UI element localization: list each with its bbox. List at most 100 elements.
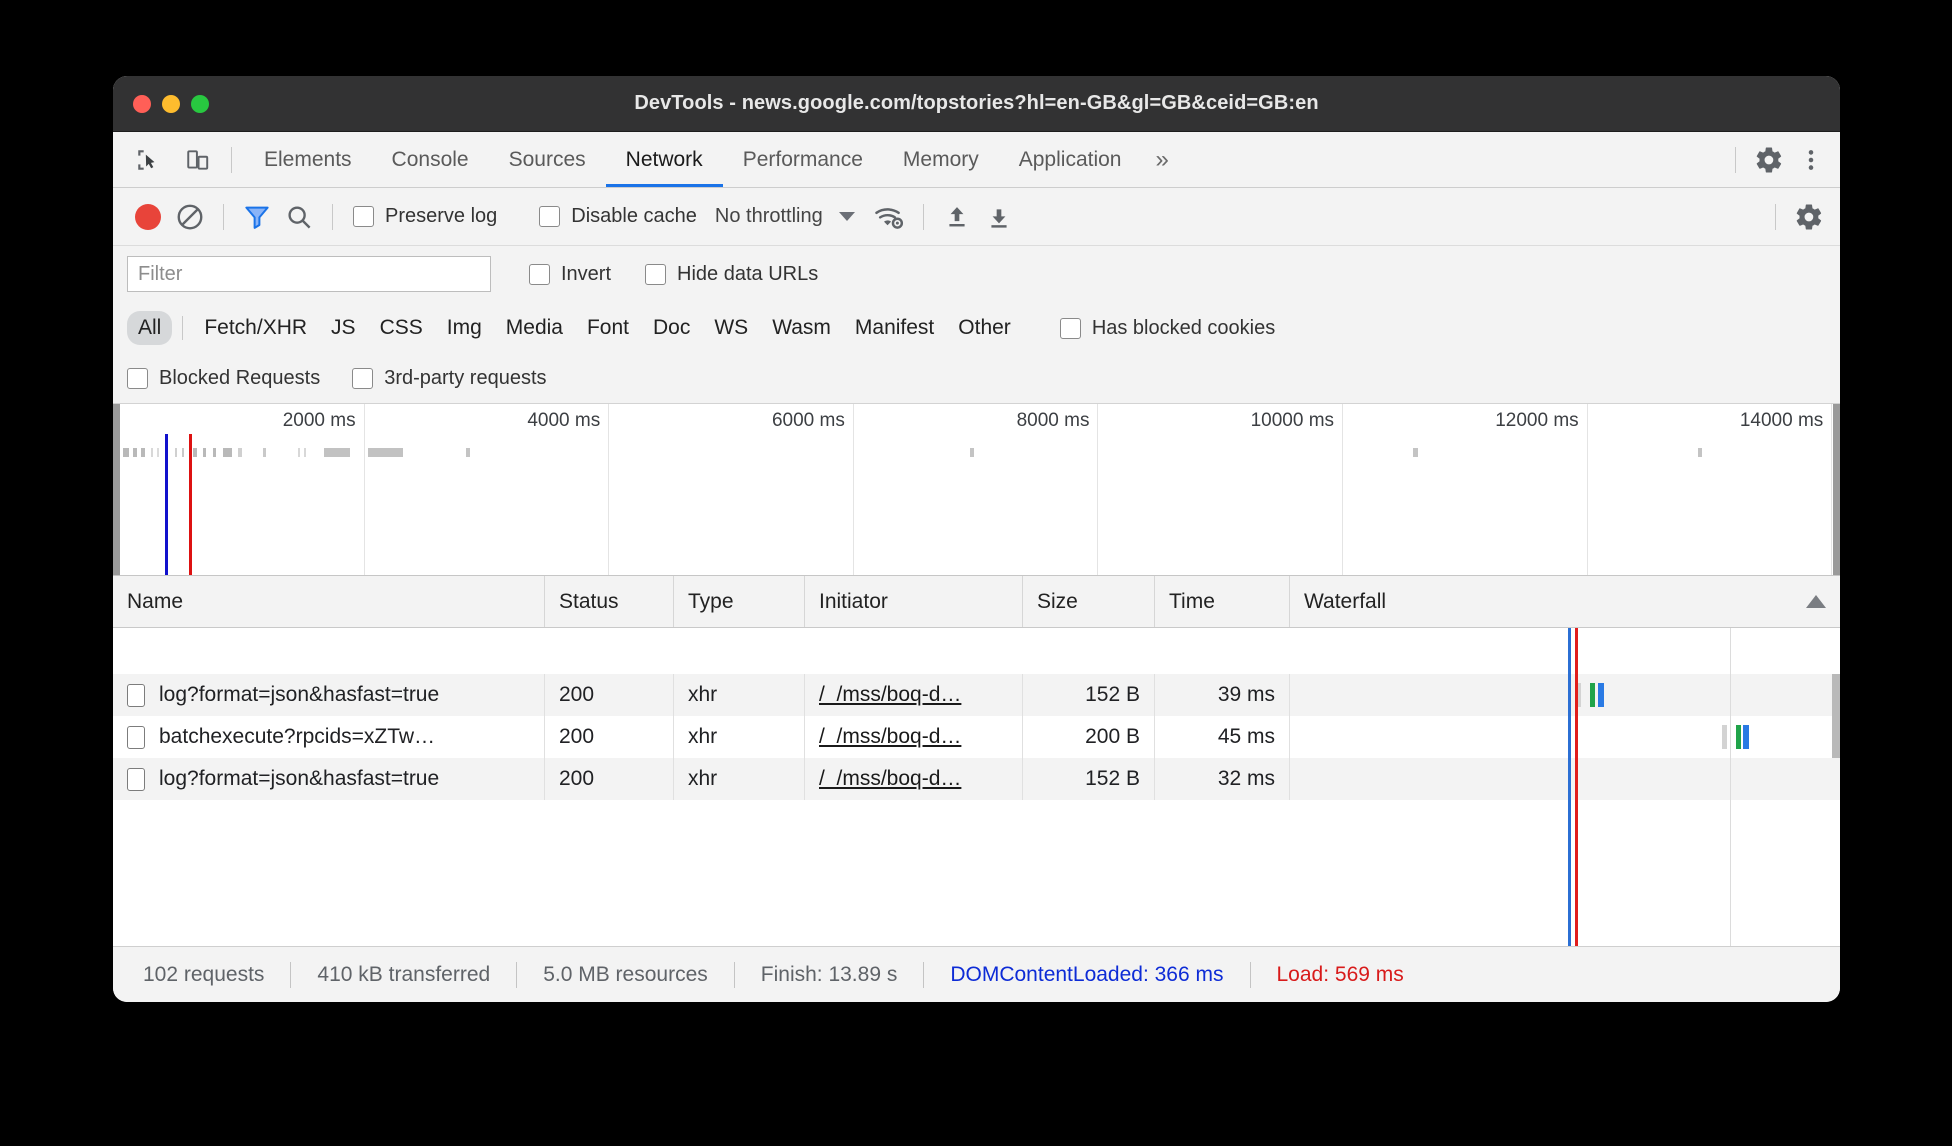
cell-size: 152 B [1023,674,1155,716]
throttling-value: No throttling [714,205,823,227]
type-filter-wasm[interactable]: Wasm [761,311,842,345]
minimize-window-button[interactable] [162,94,180,113]
cell-initiator-link[interactable]: /_/mss/boq-d… [819,725,961,749]
cell-status-label: 200 [559,767,595,790]
overview-right-handle[interactable] [1833,404,1840,575]
column-header-status[interactable]: Status [545,576,674,627]
status-load: Load: 569 ms [1276,962,1404,986]
screen-root: DevTools - news.google.com/topstories?hl… [0,0,1952,1146]
overview-tick-4000-label: 4000 ms [527,410,601,431]
tab-console-label: Console [391,147,469,171]
column-header-size[interactable]: Size [1023,576,1155,627]
window-title: DevTools - news.google.com/topstories?hl… [634,92,1319,114]
cell-time-label: 45 ms [1217,725,1275,748]
cell-size-label: 152 B [1085,767,1140,790]
network-overview-timeline[interactable]: 2000 ms 4000 ms 6000 ms 8000 ms 10000 ms… [113,404,1840,576]
type-filter-font-label: Font [586,316,629,339]
export-har-button[interactable] [978,197,1020,237]
tab-application[interactable]: Application [999,132,1142,187]
column-header-name[interactable]: Name [113,576,545,627]
type-filter-img[interactable]: Img [436,311,493,345]
requests-table-body: log?format=json&hasfast=true 200 xhr /_/… [113,628,1840,946]
network-settings-button[interactable] [1788,197,1830,237]
overview-tick-12000-label: 12000 ms [1495,410,1579,431]
has-blocked-cookies-checkbox[interactable]: Has blocked cookies [1059,317,1275,340]
search-button[interactable] [278,197,320,237]
tab-performance[interactable]: Performance [723,132,883,187]
cell-type: xhr [674,716,805,758]
type-filter-media[interactable]: Media [495,311,574,345]
type-filter-ws-label: WS [714,316,749,339]
invert-checkbox[interactable]: Invert [529,263,611,286]
column-header-initiator[interactable]: Initiator [805,576,1023,627]
inspect-element-button[interactable] [127,140,169,180]
column-header-status-label: Status [559,589,619,613]
type-filter-ws[interactable]: WS [703,311,759,345]
clear-network-log-button[interactable] [169,197,211,237]
overview-left-handle[interactable] [113,404,120,575]
tab-network[interactable]: Network [605,132,723,187]
disable-cache-checkbox[interactable]: Disable cache [539,205,697,228]
cell-initiator-link[interactable]: /_/mss/boq-d… [819,767,961,791]
tab-memory-label: Memory [902,147,979,171]
more-tabs-button[interactable]: » [1141,132,1182,187]
cell-initiator[interactable]: /_/mss/boq-d… [805,674,1023,716]
table-row[interactable]: log?format=json&hasfast=true 200 xhr /_/… [113,674,1840,716]
hide-data-urls-checkbox[interactable]: Hide data URLs [645,263,818,286]
cell-size-label: 152 B [1085,683,1140,706]
cell-status-label: 200 [559,683,595,706]
third-party-requests-checkbox[interactable]: 3rd-party requests [352,367,547,390]
type-filter-divider [182,316,184,340]
preserve-log-checkbox[interactable]: Preserve log [353,205,497,228]
search-icon [288,205,311,228]
type-filter-css[interactable]: CSS [369,311,434,345]
column-header-type[interactable]: Type [674,576,805,627]
network-conditions-button[interactable] [869,197,911,237]
tab-memory[interactable]: Memory [883,132,999,187]
column-header-size-label: Size [1037,589,1078,613]
record-network-log-button[interactable] [127,197,169,237]
close-window-button[interactable] [133,94,151,113]
filter-input[interactable] [127,256,491,292]
column-header-waterfall[interactable]: Waterfall [1290,576,1840,627]
blocked-requests-checkbox[interactable]: Blocked Requests [127,367,320,390]
overview-tick-8000-label: 8000 ms [1016,410,1090,431]
type-filter-other[interactable]: Other [947,311,1022,345]
devtools-more-options-button[interactable] [1790,140,1832,180]
toggle-filter-button[interactable] [236,197,278,237]
tab-console[interactable]: Console [372,132,489,187]
type-filter-doc[interactable]: Doc [642,311,701,345]
table-row[interactable]: log?format=json&hasfast=true 200 xhr /_/… [113,758,1840,800]
type-filter-fetch-xhr[interactable]: Fetch/XHR [193,311,318,345]
cell-name-label: batchexecute?rpcids=xZTw… [159,725,436,748]
type-filter-all-label: All [138,316,162,339]
cell-initiator[interactable]: /_/mss/boq-d… [805,758,1023,800]
type-filter-js[interactable]: JS [320,311,367,345]
maximize-window-button[interactable] [191,94,209,113]
device-toolbar-button[interactable] [177,140,219,180]
window-title-bar: DevTools - news.google.com/topstories?hl… [113,76,1840,132]
type-filter-media-label: Media [505,316,563,339]
column-header-time[interactable]: Time [1155,576,1290,627]
throttling-dropdown[interactable]: No throttling [715,205,855,228]
overview-content: 2000 ms 4000 ms 6000 ms 8000 ms 10000 ms… [120,404,1833,575]
overview-tick-4000: 4000 ms [365,404,610,575]
import-har-button[interactable] [936,197,978,237]
tab-performance-label: Performance [742,147,863,171]
type-filter-font[interactable]: Font [576,311,640,345]
devtools-settings-button[interactable] [1748,140,1790,180]
tab-sources[interactable]: Sources [489,132,606,187]
cell-status-label: 200 [559,725,595,748]
type-filter-manifest[interactable]: Manifest [844,311,945,345]
requests-table-header: Name Status Type Initiator Size Time Wat… [113,576,1840,628]
table-row[interactable]: batchexecute?rpcids=xZTw… 200 xhr /_/mss… [113,716,1840,758]
network-toolbar: Preserve log Disable cache No throttling [113,188,1840,246]
cell-waterfall [1290,674,1840,716]
type-filter-all[interactable]: All [127,311,173,345]
cell-initiator-link[interactable]: /_/mss/boq-d… [819,683,961,707]
type-filter-img-label: Img [446,316,482,339]
wifi-gear-icon [874,207,903,229]
tab-elements[interactable]: Elements [244,132,372,187]
cell-initiator[interactable]: /_/mss/boq-d… [805,716,1023,758]
toolbar-divider-3 [922,203,924,230]
